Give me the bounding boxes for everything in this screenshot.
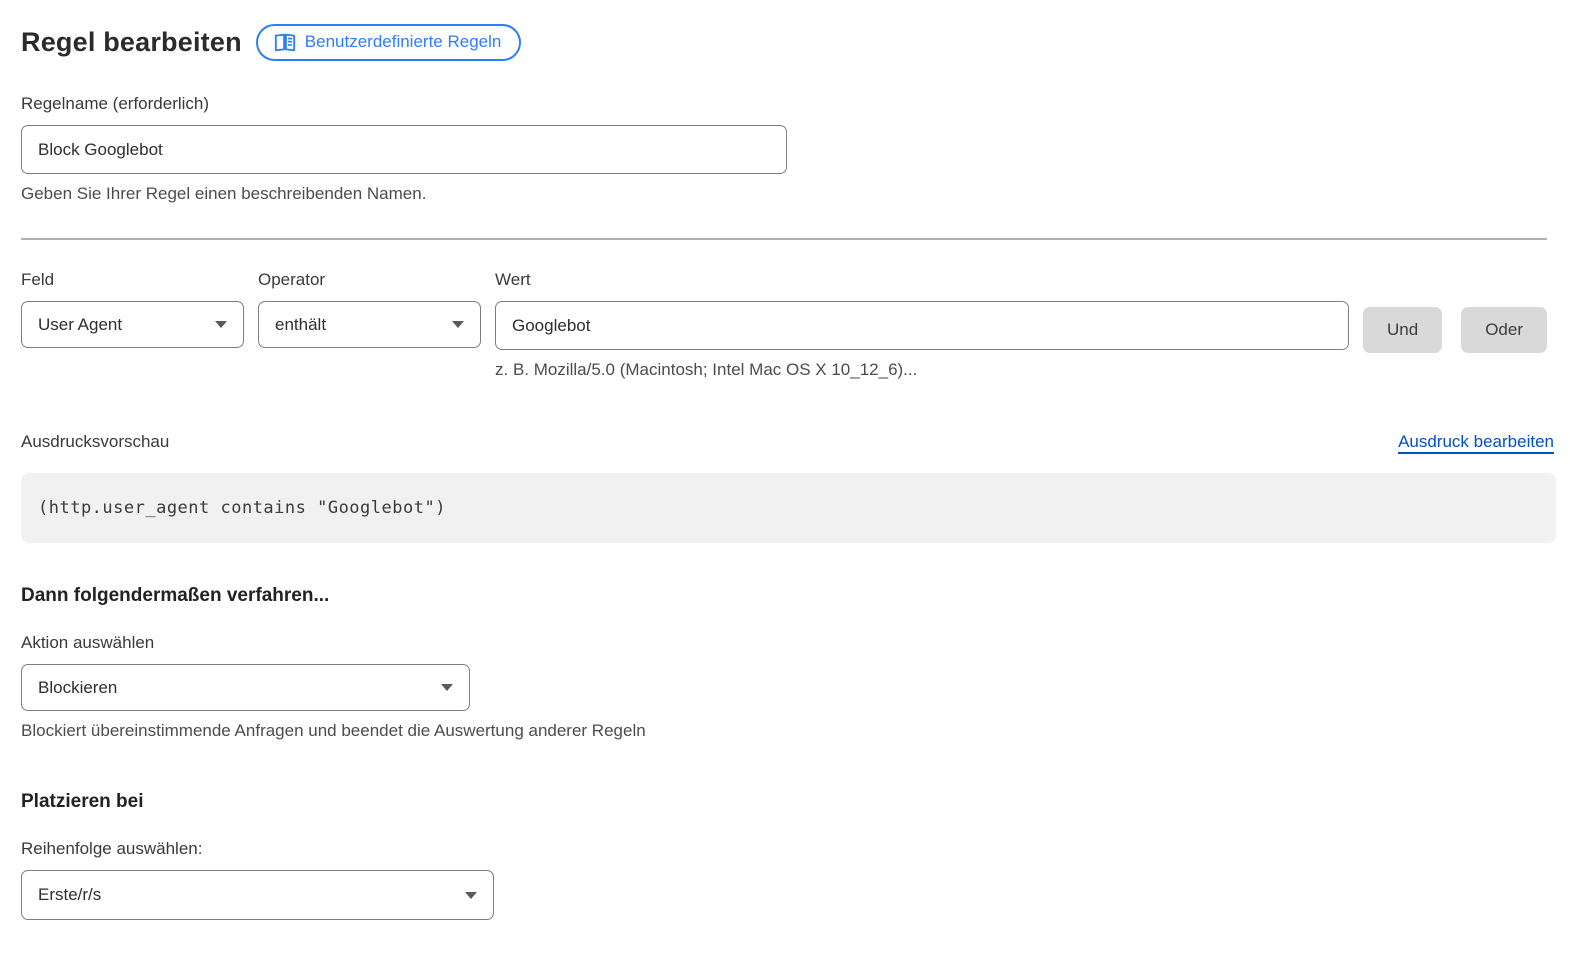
condition-row: Feld User Agent Operator enthält Wert z.…	[21, 270, 1548, 380]
action-select-value: Blockieren	[38, 678, 117, 698]
operator-select-value: enthält	[275, 315, 326, 335]
action-heading: Dann folgendermaßen verfahren...	[21, 585, 1548, 607]
placement-heading: Platzieren bei	[21, 791, 1548, 813]
and-button[interactable]: Und	[1363, 307, 1442, 353]
open-book-icon	[274, 33, 296, 52]
placement-section: Platzieren bei Reihenfolge auswählen: Er…	[21, 791, 1548, 920]
chevron-down-icon	[215, 321, 227, 328]
edit-expression-link[interactable]: Ausdruck bearbeiten	[1398, 432, 1554, 452]
rule-name-input[interactable]	[21, 125, 787, 174]
field-select[interactable]: User Agent	[21, 301, 244, 348]
action-label: Aktion auswählen	[21, 633, 1548, 653]
chevron-down-icon	[452, 321, 464, 328]
operator-select[interactable]: enthält	[258, 301, 481, 348]
order-label: Reihenfolge auswählen:	[21, 839, 1548, 859]
or-button[interactable]: Oder	[1461, 307, 1547, 353]
custom-rules-badge[interactable]: Benutzerdefinierte Regeln	[256, 24, 522, 61]
section-divider	[21, 238, 1547, 240]
edit-rule-page: Regel bearbeiten Benutzerdefinierte Rege…	[0, 0, 1570, 920]
value-label: Wert	[495, 270, 1349, 290]
page-header: Regel bearbeiten Benutzerdefinierte Rege…	[21, 24, 1548, 61]
field-label: Feld	[21, 270, 244, 290]
value-column: Wert z. B. Mozilla/5.0 (Macintosh; Intel…	[495, 270, 1349, 380]
expression-code: (http.user_agent contains "Googlebot")	[38, 498, 446, 518]
expression-header: Ausdrucksvorschau Ausdruck bearbeiten	[21, 432, 1554, 452]
chevron-down-icon	[441, 684, 453, 691]
conjunction-buttons: Und Oder	[1363, 307, 1547, 353]
action-help: Blockiert übereinstimmende Anfragen und …	[21, 721, 1548, 741]
custom-rules-badge-label: Benutzerdefinierte Regeln	[305, 32, 502, 52]
value-input[interactable]	[495, 301, 1349, 350]
value-help: z. B. Mozilla/5.0 (Macintosh; Intel Mac …	[495, 360, 1349, 380]
order-select[interactable]: Erste/r/s	[21, 870, 494, 920]
action-select[interactable]: Blockieren	[21, 664, 470, 711]
rule-name-section: Regelname (erforderlich) Geben Sie Ihrer…	[21, 94, 1548, 204]
expression-section: Ausdrucksvorschau Ausdruck bearbeiten (h…	[21, 432, 1548, 543]
field-select-value: User Agent	[38, 315, 122, 335]
operator-column: Operator enthält	[258, 270, 481, 348]
order-select-value: Erste/r/s	[38, 885, 101, 905]
chevron-down-icon	[465, 892, 477, 899]
action-section: Dann folgendermaßen verfahren... Aktion …	[21, 585, 1548, 741]
field-column: Feld User Agent	[21, 270, 244, 348]
expression-code-box: (http.user_agent contains "Googlebot")	[21, 473, 1556, 543]
expression-preview-label: Ausdrucksvorschau	[21, 432, 169, 452]
page-title: Regel bearbeiten	[21, 27, 242, 58]
operator-label: Operator	[258, 270, 481, 290]
rule-name-help: Geben Sie Ihrer Regel einen beschreibend…	[21, 184, 1548, 204]
rule-name-label: Regelname (erforderlich)	[21, 94, 1548, 114]
